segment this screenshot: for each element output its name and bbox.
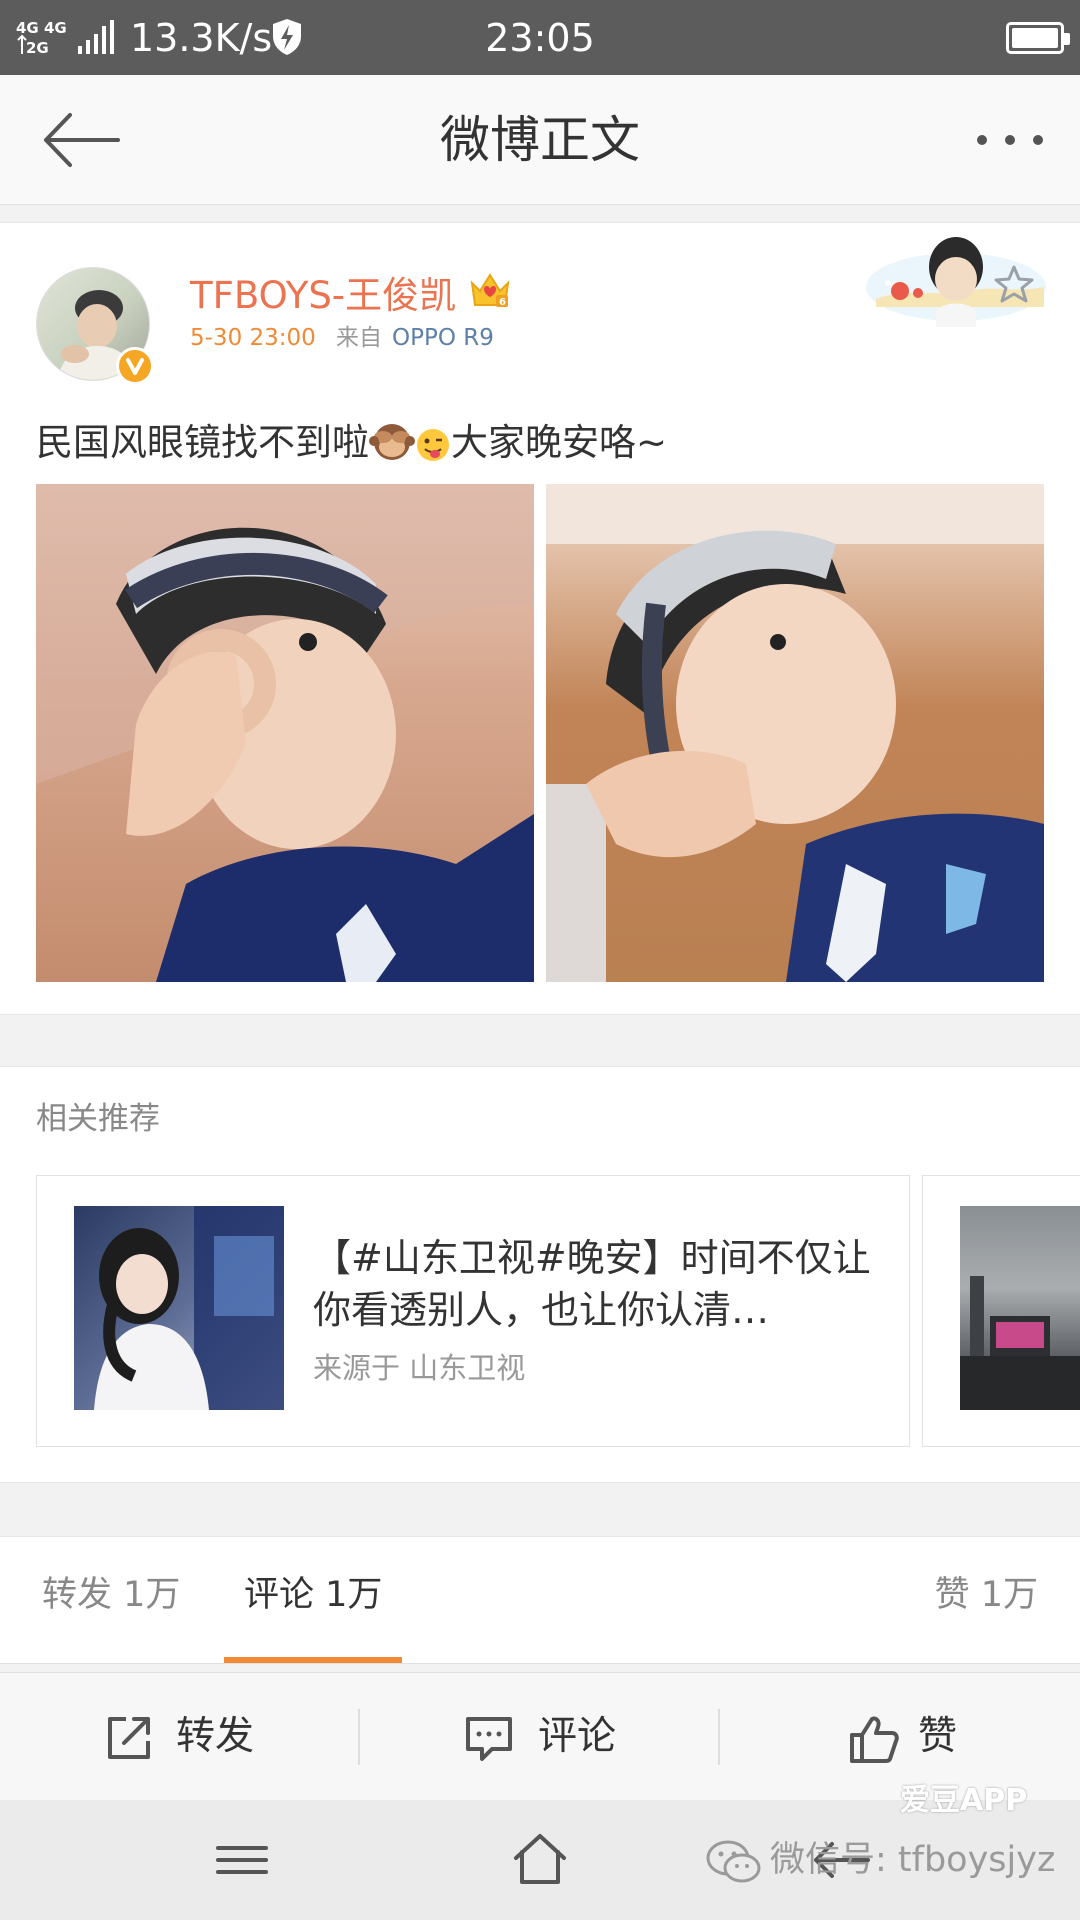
card-decoration-sticker: [866, 227, 1046, 337]
post-card: TFBOYS-王俊凯 6 5-30 23:00 来自 OPPO R9 民国风眼镜…: [0, 222, 1080, 1015]
post-time: 5-30 23:00: [190, 325, 316, 351]
clock: 23:05: [485, 16, 595, 60]
tab-likes[interactable]: 赞 1万: [935, 1573, 1038, 1617]
recommendation-thumbnail-next: [960, 1206, 1080, 1410]
like-label: 赞: [918, 1714, 958, 1759]
top-nav-bar: 微博正文: [0, 75, 1080, 205]
home-icon: [514, 1834, 566, 1884]
action-bar: 转发 评论 赞: [0, 1672, 1080, 1800]
thumbs-up-icon: [850, 1716, 899, 1763]
more-button[interactable]: [970, 115, 1050, 165]
tab-reposts[interactable]: 转发 1万: [42, 1573, 180, 1617]
repost-icon: [108, 1717, 150, 1759]
post-photo-1[interactable]: [36, 484, 534, 982]
post-text-part1: 民国风眼镜找不到啦: [36, 421, 369, 464]
tongue-face-icon: [415, 426, 451, 476]
repost-label: 转发: [176, 1714, 255, 1759]
wechat-icon: [706, 1840, 762, 1884]
page-title: 微博正文: [440, 111, 640, 169]
post-photo-2[interactable]: [546, 484, 1044, 982]
recommendation-title: 【#山东卫视#晚安】时间不仅让你看透别人，也让你认清…: [313, 1236, 871, 1332]
status-bar: 4G 4G 2G 13.3K/s 23:05: [0, 0, 1080, 75]
crown-icon[interactable]: 6: [468, 269, 512, 313]
svg-text:6: 6: [499, 297, 506, 308]
stats-tabs: 转发 1万 评论 1万 赞 1万: [0, 1536, 1080, 1664]
related-heading: 相关推荐: [36, 1101, 160, 1137]
verified-badge-icon: [116, 347, 154, 385]
more-dots-icon: [977, 135, 1043, 145]
recommendation-thumbnail: [74, 1206, 284, 1410]
watermark-text: 微信号: tfboysjyz: [770, 1840, 1056, 1880]
recommendation-card[interactable]: 【#山东卫视#晚安】时间不仅让你看透别人，也让你认清… 来源于 山东卫视: [36, 1175, 910, 1447]
comment-icon: [466, 1717, 512, 1761]
author-name[interactable]: TFBOYS-王俊凯: [190, 273, 456, 319]
see-no-evil-monkey-icon: [369, 417, 415, 476]
post-source[interactable]: OPPO R9: [392, 323, 494, 353]
repost-button[interactable]: 转发: [0, 1673, 358, 1801]
related-section: 相关推荐 【#山东卫视#晚安】时间不仅让你看透别人，也让你认清… 来源于 山东卫…: [0, 1066, 1080, 1483]
active-tab-indicator: [224, 1657, 402, 1663]
home-button[interactable]: [512, 1830, 568, 1894]
watermark-logo: 爱豆APP: [900, 1783, 1028, 1818]
post-text-part2: 大家晚安咯~: [451, 421, 668, 464]
comment-label: 评论: [538, 1714, 617, 1759]
menu-button[interactable]: [216, 1830, 268, 1894]
comment-button[interactable]: 评论: [360, 1673, 718, 1801]
tab-comments[interactable]: 评论 1万: [244, 1573, 382, 1617]
menu-icon: [216, 1846, 268, 1874]
post-source-prefix: 来自: [336, 325, 382, 351]
battery-icon: [1006, 22, 1070, 54]
recommendation-source: 来源于 山东卫视: [313, 1351, 526, 1385]
like-button[interactable]: 赞: [720, 1673, 1080, 1801]
recommendation-card-next[interactable]: [922, 1175, 1080, 1447]
post-text: 民国风眼镜找不到啦 大家晚安咯~: [36, 417, 667, 476]
